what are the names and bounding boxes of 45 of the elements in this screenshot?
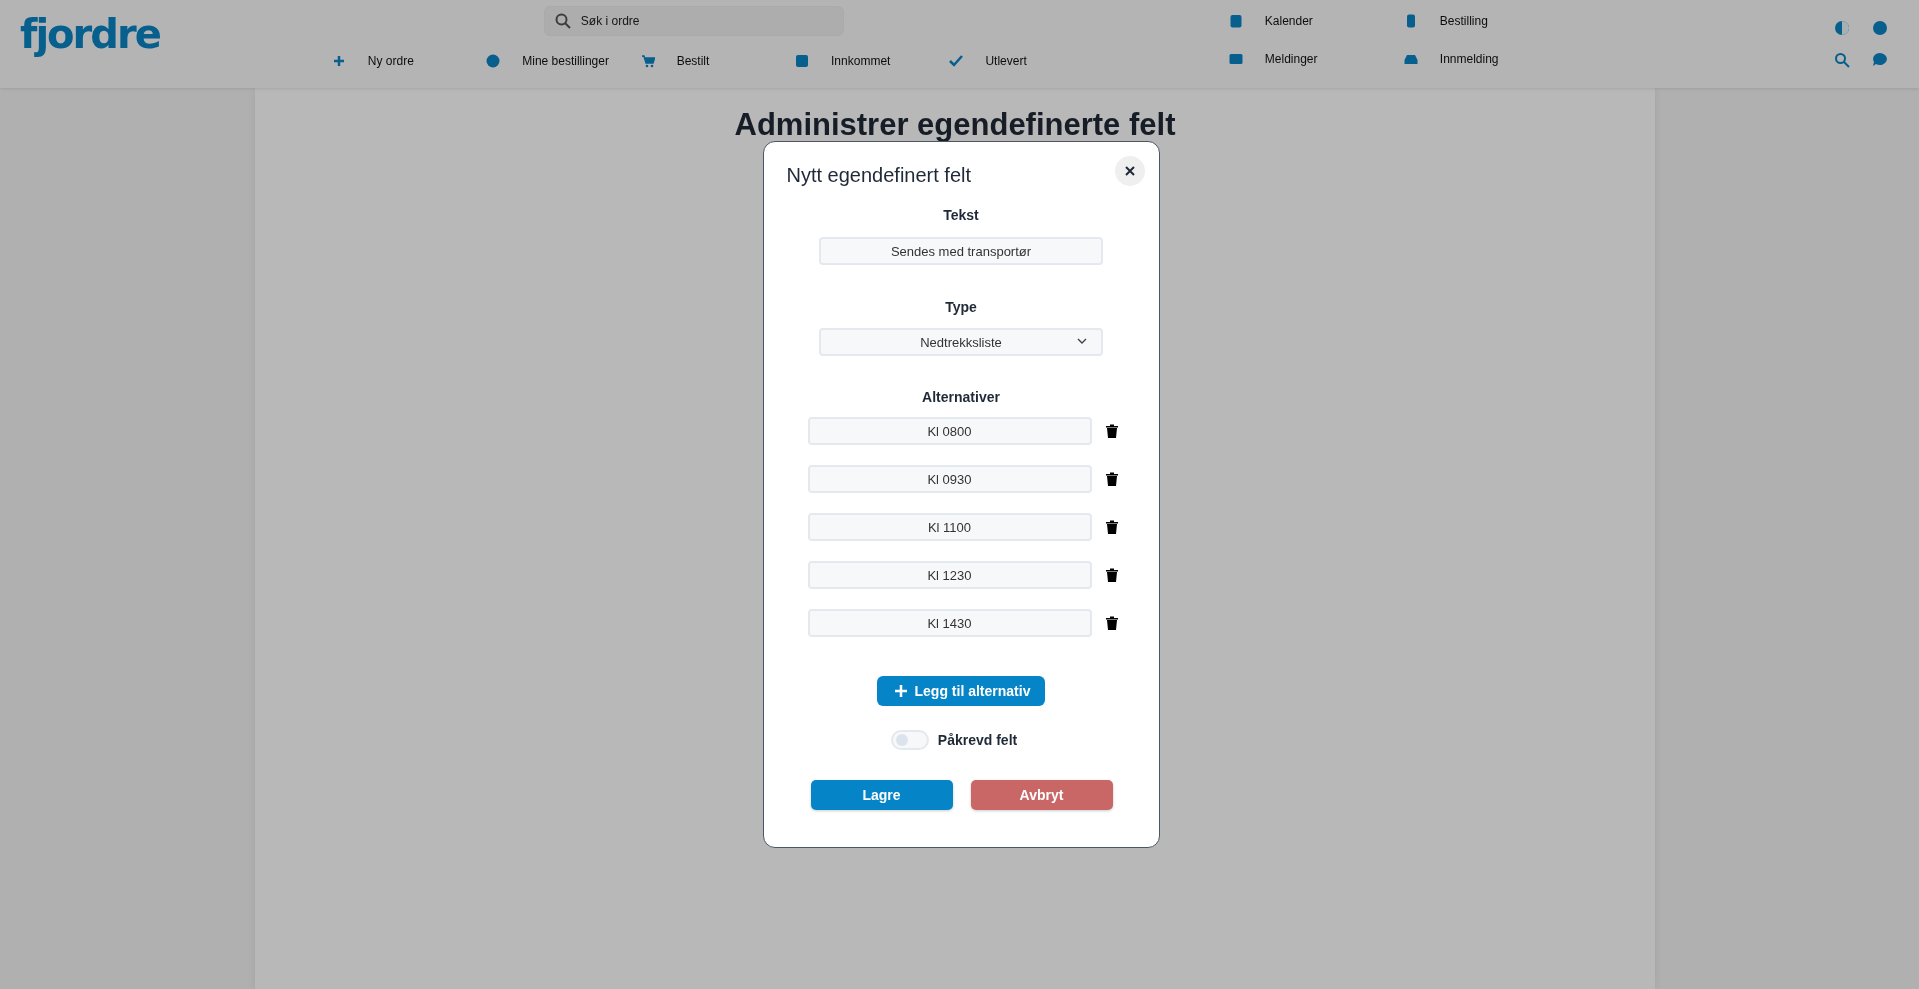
check-icon bbox=[949, 54, 964, 68]
chevron-down-icon bbox=[1077, 338, 1087, 345]
nav-link[interactable]: Utlevert bbox=[949, 54, 1104, 68]
nav-link[interactable]: Bestilling bbox=[1403, 14, 1579, 28]
option-field[interactable]: Kl 1430 bbox=[807, 609, 1092, 637]
toggle-switch[interactable] bbox=[890, 730, 929, 750]
option-field[interactable]: Kl 0930 bbox=[807, 465, 1092, 493]
field-label: Alternativer bbox=[921, 389, 1001, 405]
nav-link[interactable]: Kalender bbox=[1228, 14, 1404, 28]
option-field[interactable]: Kl 0800 bbox=[807, 417, 1092, 445]
nav-link[interactable]: Mine bestillinger bbox=[486, 54, 641, 68]
nav-link[interactable]: Innmelding bbox=[1403, 52, 1579, 66]
field-label: Type bbox=[944, 299, 978, 315]
trash-icon[interactable] bbox=[1105, 568, 1118, 582]
circle-icon bbox=[486, 54, 501, 68]
cart-icon bbox=[640, 54, 655, 68]
nav-link[interactable]: Innkommet bbox=[795, 54, 950, 68]
contrast-icon[interactable] bbox=[1833, 20, 1850, 36]
trash-icon[interactable] bbox=[1105, 520, 1118, 534]
option-field[interactable]: Kl 1230 bbox=[807, 561, 1092, 589]
nav-link[interactable]: Meldinger bbox=[1228, 52, 1404, 66]
chat-icon[interactable] bbox=[1871, 52, 1888, 68]
close-icon bbox=[1124, 166, 1135, 176]
type-dropdown[interactable]: Nedtrekksliste bbox=[819, 328, 1103, 356]
search-icon[interactable] bbox=[1833, 52, 1850, 68]
dialog-title: Nytt egendefinert felt bbox=[786, 164, 972, 187]
trash-icon[interactable] bbox=[1105, 424, 1118, 438]
search-bar[interactable]: Søk i ordre bbox=[543, 6, 844, 36]
plus-icon bbox=[331, 54, 346, 68]
search-icon bbox=[554, 13, 571, 29]
cancel-button[interactable]: Avbryt bbox=[970, 780, 1113, 810]
add-option-button[interactable]: Legg til alternativ bbox=[876, 676, 1046, 706]
field-label: Tekst bbox=[942, 207, 980, 223]
trash-icon[interactable] bbox=[1105, 616, 1118, 630]
close-button[interactable] bbox=[1114, 156, 1145, 186]
trash-icon[interactable] bbox=[1105, 472, 1118, 486]
save-button[interactable]: Lagre bbox=[810, 780, 953, 810]
toggle-label: Påkrevd felt bbox=[937, 732, 1018, 748]
option-field[interactable]: Kl 1100 bbox=[807, 513, 1092, 541]
nav-link[interactable]: Bestilt bbox=[640, 54, 796, 68]
nav-link[interactable]: Ny ordre bbox=[331, 54, 487, 68]
search-field[interactable]: Søk i ordre bbox=[578, 13, 833, 29]
plus-icon bbox=[894, 685, 907, 697]
text-field[interactable]: Sendes med transportør bbox=[819, 237, 1103, 265]
page-title: Administrer egendefinerte felt bbox=[733, 106, 1177, 143]
